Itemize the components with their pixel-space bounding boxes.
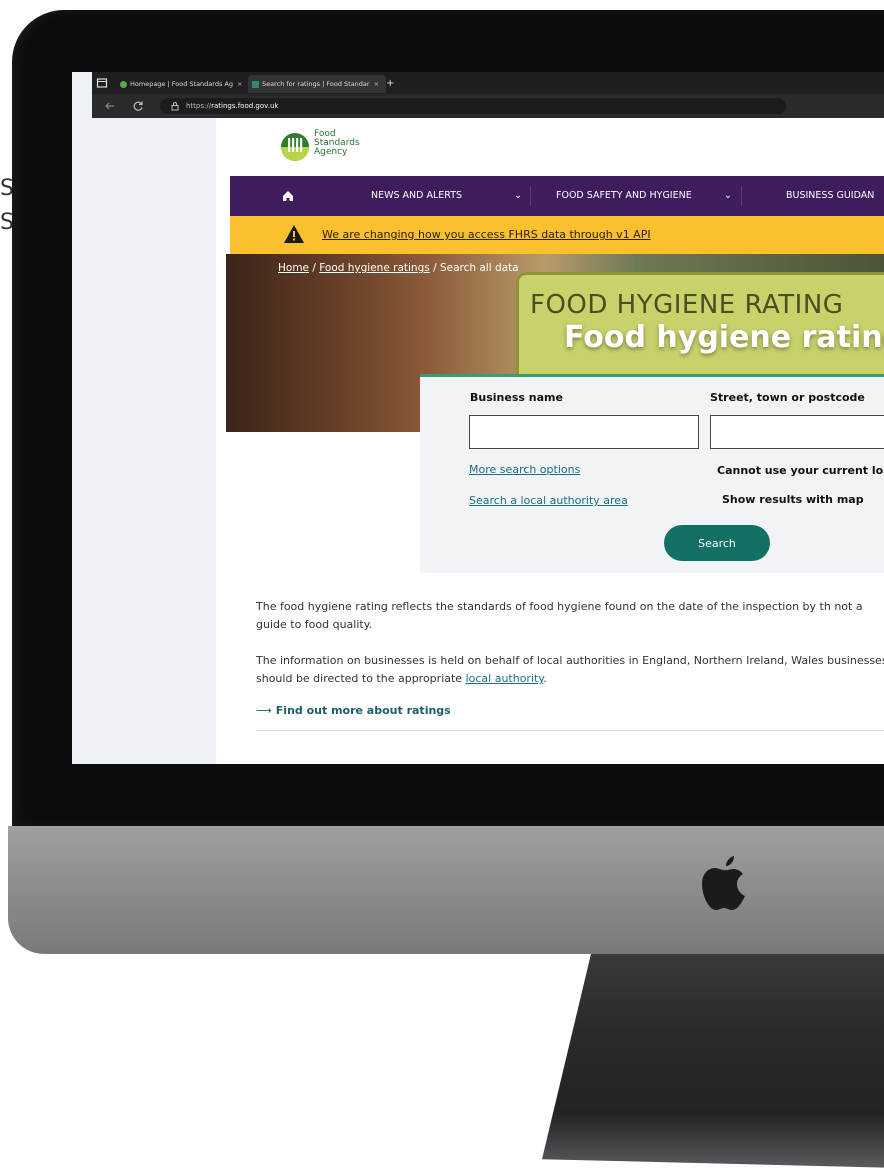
alert-link[interactable]: We are changing how you access FHRS data… [322, 216, 651, 254]
nav-food-safety-and-hygiene[interactable]: FOOD SAFETY AND HYGIENE [556, 176, 692, 216]
chevron-down-icon[interactable]: ⌄ [514, 176, 522, 216]
show-map-toggle-label[interactable]: Show results with map [722, 493, 864, 506]
breadcrumb-food-hygiene-ratings[interactable]: Food hygiene ratings [319, 262, 429, 274]
chevron-down-icon[interactable]: ⌄ [724, 176, 732, 216]
find-out-more-link[interactable]: ⟶ Find out more about ratings [256, 704, 451, 717]
edge-text: S S [0, 172, 12, 240]
nav-divider [741, 186, 742, 206]
close-tab-icon[interactable]: × [374, 80, 379, 88]
imac-chin [8, 826, 884, 954]
find-out-more-label: Find out more about ratings [275, 704, 451, 717]
tab-label: Homepage | Food Standards Ag [130, 80, 234, 88]
breadcrumb-home[interactable]: Home [278, 262, 309, 274]
search-panel: Business name Street, town or postcode M… [420, 374, 884, 573]
imac-stand [542, 948, 884, 1168]
back-arrow-icon[interactable] [104, 100, 116, 112]
information-note: The information on businesses is held on… [256, 652, 884, 688]
more-search-options-link[interactable]: More search options [469, 463, 580, 476]
local-authority-inline-link[interactable]: local authority [466, 672, 544, 685]
web-page: Food Standards Agency NEWS AND ALERTS ⌄ … [92, 118, 884, 764]
nav-divider [530, 186, 531, 206]
location-input[interactable] [710, 415, 884, 449]
lock-icon [171, 102, 179, 111]
new-tab-button[interactable]: + [382, 75, 406, 93]
apple-logo-icon [702, 856, 745, 910]
browser-tab-homepage[interactable]: Homepage | Food Standards Ag × [116, 75, 252, 93]
nav-news-and-alerts[interactable]: NEWS AND ALERTS [371, 176, 462, 216]
logo-line: Agency [314, 147, 348, 157]
favicon-icon [252, 80, 259, 88]
imac-screen: Homepage | Food Standards Ag × Search for… [72, 72, 884, 764]
hero-sign-text: FOOD HYGIENE RATING [530, 290, 844, 320]
tab-label: Search for ratings | Food Standar [262, 80, 370, 88]
local-authority-link[interactable]: Search a local authority area [469, 494, 628, 507]
nav-business-guidance[interactable]: BUSINESS GUIDAN [786, 176, 874, 216]
favicon-icon [120, 80, 127, 88]
browser-tab-search[interactable]: Search for ratings | Food Standar × [248, 75, 386, 93]
location-label: Street, town or postcode [710, 391, 865, 404]
address-bar[interactable]: https://ratings.food.gov.uk [160, 98, 786, 114]
business-name-input[interactable] [469, 415, 699, 449]
logo-wordmark: Food Standards Agency [314, 130, 394, 157]
breadcrumb: Home / Food hygiene ratings / Search all… [278, 262, 519, 274]
information-text: The information on businesses is held on… [256, 654, 884, 685]
browser-toolbar: https://ratings.food.gov.uk [92, 94, 884, 118]
tab-actions-icon[interactable] [96, 77, 108, 89]
warning-icon [284, 225, 304, 243]
page-gutter [92, 118, 216, 764]
location-note: Cannot use your current lo [717, 464, 884, 477]
url-host: ratings.food.gov.uk [211, 102, 279, 110]
page-title: Food hygiene ratings [564, 320, 884, 355]
alert-banner: We are changing how you access FHRS data… [230, 216, 884, 254]
reload-icon[interactable] [132, 100, 144, 112]
breadcrumb-separator: / [312, 262, 316, 274]
divider [256, 730, 884, 731]
search-button[interactable]: Search [664, 525, 770, 561]
nav-label: NEWS AND ALERTS [371, 190, 463, 201]
arrow-right-icon: ⟶ [256, 704, 272, 717]
breadcrumb-separator: / [433, 262, 437, 274]
close-tab-icon[interactable]: × [237, 80, 242, 88]
edge-letter: S [0, 176, 12, 201]
nav-label: BUSINESS GUIDAN [786, 190, 875, 201]
home-icon[interactable] [282, 190, 294, 202]
fsa-logo-icon [281, 133, 309, 161]
edge-letter: S [0, 210, 12, 235]
main-nav: NEWS AND ALERTS ⌄ FOOD SAFETY AND HYGIEN… [230, 176, 884, 216]
nav-label: FOOD SAFETY AND HYGIENE [556, 190, 692, 201]
rating-explanation: The food hygiene rating reflects the sta… [256, 600, 863, 631]
information-end: . [543, 672, 547, 685]
business-name-label: Business name [470, 391, 563, 404]
breadcrumb-current: Search all data [439, 262, 519, 274]
url-prefix: https:// [186, 102, 212, 110]
browser-tab-strip: Homepage | Food Standards Ag × Search for… [92, 72, 884, 94]
